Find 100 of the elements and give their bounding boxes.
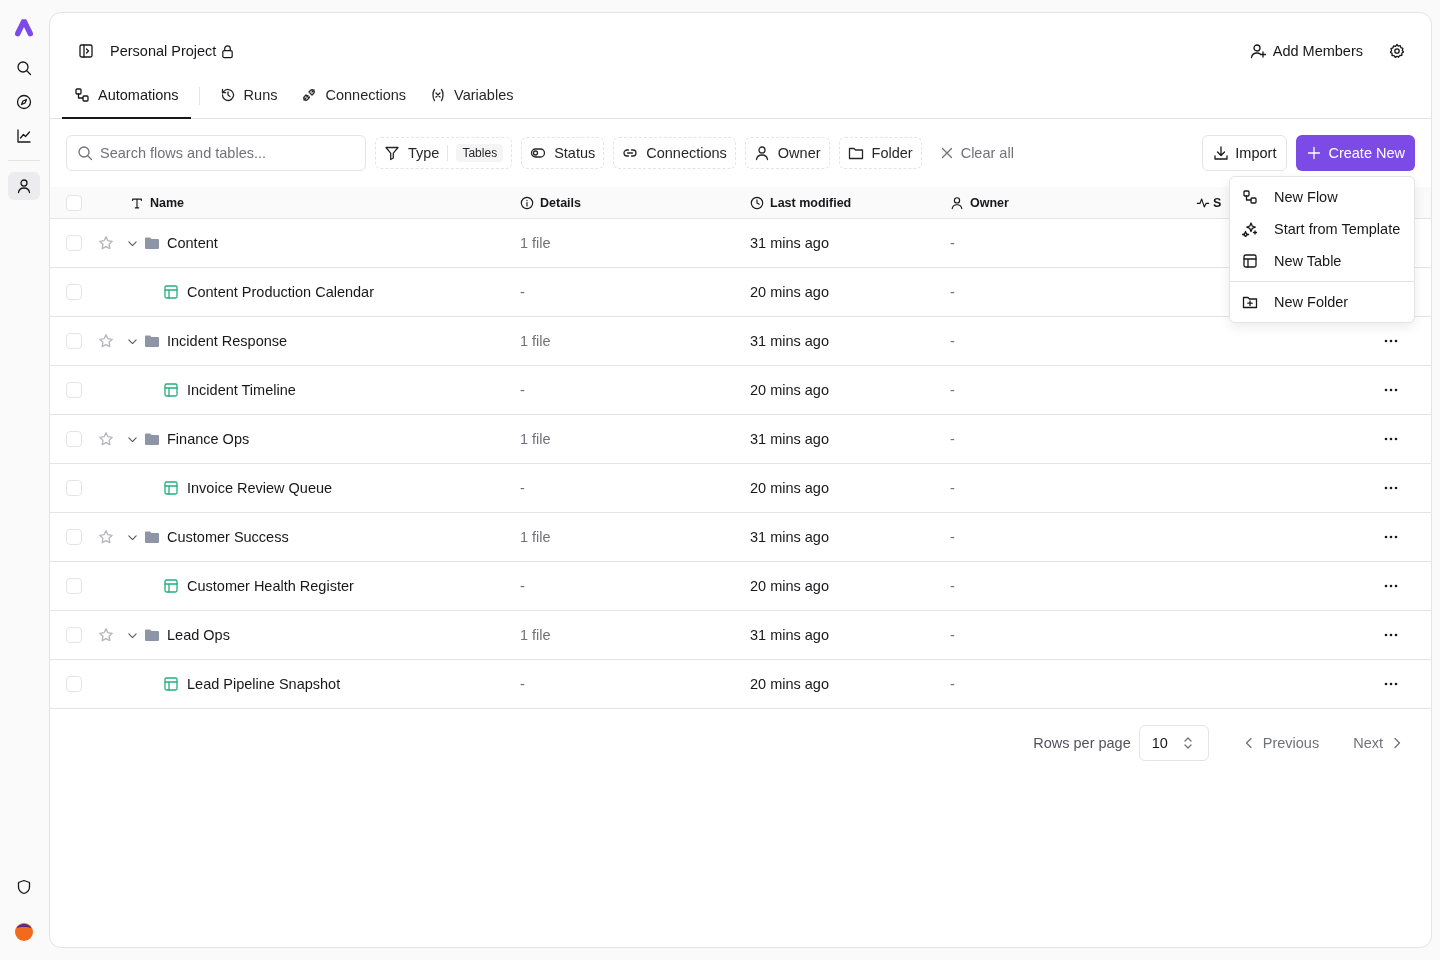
checkbox[interactable] — [66, 235, 82, 251]
details-text: - — [520, 382, 525, 398]
item-name[interactable]: Customer Success — [167, 529, 289, 545]
details-text: - — [520, 284, 525, 300]
filter-value-tag: Tables — [456, 144, 504, 162]
folder-icon — [144, 627, 160, 643]
sparkle-icon — [1242, 221, 1258, 237]
table-icon — [1242, 253, 1258, 269]
modified-text: 20 mins ago — [750, 676, 829, 692]
folder-plus-icon — [1242, 294, 1258, 310]
panel-icon — [78, 43, 94, 59]
tab[interactable]: Connections — [289, 72, 419, 119]
download-icon — [1213, 145, 1230, 161]
tab[interactable]: Automations — [62, 72, 191, 119]
folder-icon — [144, 431, 160, 447]
user-icon — [753, 145, 770, 161]
details-text: 1 file — [520, 431, 551, 447]
owner-text: - — [950, 578, 955, 594]
item-name[interactable]: Incident Timeline — [187, 382, 296, 398]
add-members-button[interactable]: Add Members — [1249, 43, 1363, 59]
import-button[interactable]: Import — [1202, 135, 1288, 171]
folder-icon — [847, 145, 864, 161]
user-nav-button[interactable] — [8, 172, 40, 200]
checkbox[interactable] — [66, 529, 82, 545]
owner-text: - — [950, 333, 955, 349]
flow-icon — [1242, 189, 1258, 205]
column-header[interactable]: Name — [130, 195, 185, 210]
folder-icon — [144, 235, 160, 251]
shield-icon — [16, 879, 32, 895]
menu-item[interactable]: New Folder — [1234, 286, 1410, 318]
checkbox[interactable] — [66, 676, 82, 692]
owner-text: - — [950, 284, 955, 300]
owner-text: - — [950, 627, 955, 643]
table-icon — [163, 578, 179, 594]
settings-icon — [1389, 43, 1405, 59]
filter-button[interactable]: Type Tables — [375, 137, 513, 169]
item-name[interactable]: Customer Health Register — [187, 578, 354, 594]
menu-item[interactable]: Start from Template — [1234, 213, 1410, 245]
search-icon — [16, 60, 32, 76]
owner-text: - — [950, 382, 955, 398]
owner-text: - — [950, 480, 955, 496]
item-name[interactable]: Finance Ops — [167, 431, 250, 447]
modified-text: 31 mins ago — [750, 235, 829, 251]
tab[interactable]: Runs — [207, 72, 290, 119]
checkbox[interactable] — [66, 382, 82, 398]
item-name[interactable]: Incident Response — [167, 333, 288, 349]
modified-text: 20 mins ago — [750, 480, 829, 496]
clock-icon — [750, 195, 764, 210]
filter-button[interactable]: Status — [521, 137, 605, 169]
column-header[interactable]: S — [1196, 195, 1222, 210]
folder-icon — [144, 333, 160, 349]
filter-icon — [384, 145, 400, 161]
checkbox[interactable] — [66, 480, 82, 496]
checkbox[interactable] — [66, 578, 82, 594]
table-icon — [163, 676, 179, 692]
text-icon — [130, 195, 144, 210]
column-header[interactable]: Owner — [950, 195, 1009, 210]
column-header[interactable]: Details — [520, 195, 581, 210]
activity-icon — [1196, 195, 1210, 210]
owner-text: - — [950, 235, 955, 251]
details-text: - — [520, 676, 525, 692]
details-text: 1 file — [520, 235, 551, 251]
search-field[interactable]: Search flows and tables... — [66, 135, 366, 171]
table-icon — [163, 480, 179, 496]
details-text: 1 file — [520, 627, 551, 643]
item-name[interactable]: Lead Ops — [167, 627, 230, 643]
rows-per-page-select[interactable]: 10 — [1138, 725, 1209, 761]
item-name[interactable]: Content — [167, 235, 218, 251]
rows-per-page-label: Rows per page — [1033, 735, 1131, 751]
create-new-button[interactable]: Create New — [1296, 135, 1415, 171]
modified-text: 31 mins ago — [750, 431, 829, 447]
menu-item[interactable]: New Table — [1234, 245, 1410, 277]
owner-text: - — [950, 529, 955, 545]
item-name[interactable]: Content Production Calendar — [187, 284, 374, 300]
modified-text: 31 mins ago — [750, 627, 829, 643]
modified-text: 20 mins ago — [750, 382, 829, 398]
checkbox[interactable] — [66, 333, 82, 349]
checkbox[interactable] — [66, 284, 82, 300]
info-icon — [520, 195, 534, 210]
checkbox[interactable] — [66, 431, 82, 447]
checkbox[interactable] — [66, 627, 82, 643]
owner-text: - — [950, 431, 955, 447]
logo-icon — [13, 16, 35, 38]
clear-all-button[interactable]: Clear all — [930, 145, 1022, 161]
menu-item[interactable]: New Flow — [1234, 181, 1410, 213]
filter-button[interactable]: Owner — [744, 137, 830, 169]
checkbox[interactable] — [66, 194, 82, 211]
item-name[interactable]: Lead Pipeline Snapshot — [187, 676, 341, 692]
column-header[interactable]: Last modified — [750, 195, 852, 210]
item-name[interactable]: Invoice Review Queue — [187, 480, 333, 496]
user-icon — [16, 178, 32, 194]
flow-icon — [74, 86, 90, 103]
filter-button[interactable]: Connections — [613, 137, 736, 169]
modified-text: 20 mins ago — [750, 578, 829, 594]
details-text: 1 file — [520, 529, 551, 545]
chart-icon — [16, 128, 32, 144]
avatar[interactable] — [14, 922, 34, 942]
filter-button[interactable]: Folder — [838, 137, 922, 169]
tab[interactable]: Variables — [418, 72, 526, 119]
modified-text: 20 mins ago — [750, 284, 829, 300]
